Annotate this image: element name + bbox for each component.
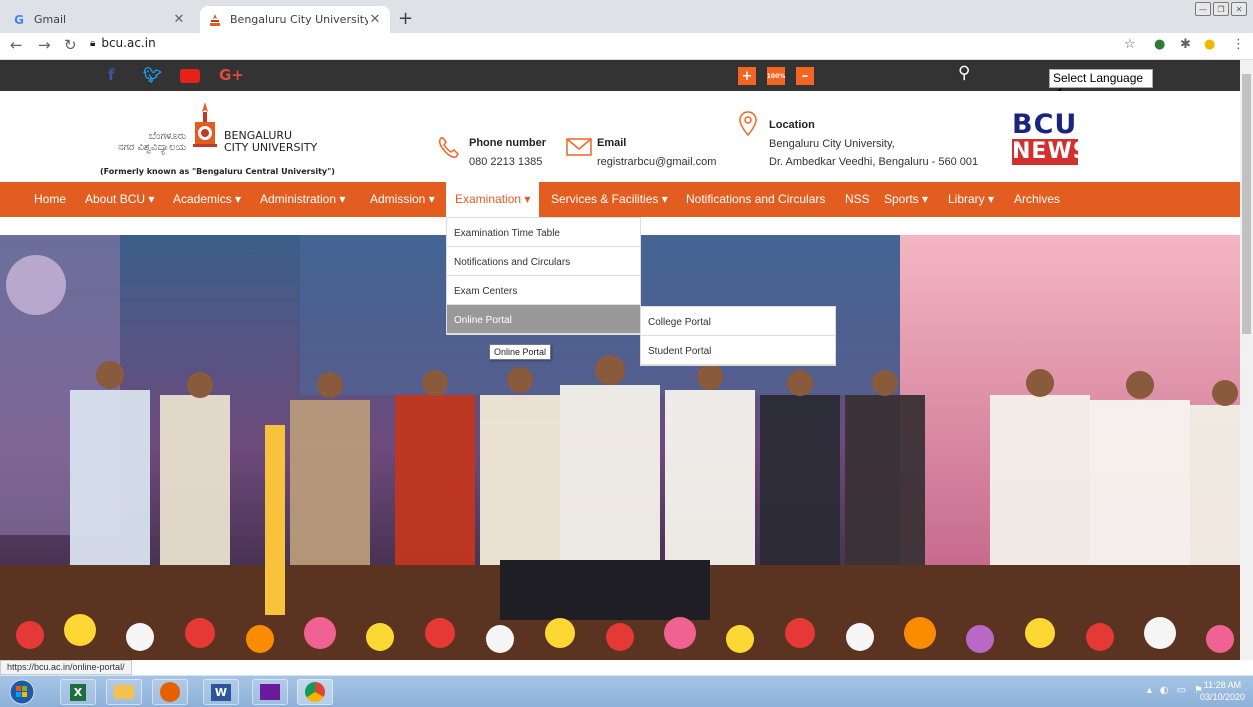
dropdown-item-notifications[interactable]: Notifications and Circulars: [447, 247, 640, 276]
clock-date: 03/10/2020: [1199, 692, 1245, 702]
location-label: Location: [769, 119, 815, 131]
bcu-flame-icon: [208, 13, 222, 27]
main-menu: Home About BCU ▾ Academics ▾ Administrat…: [0, 182, 1240, 217]
scrollbar-thumb[interactable]: [1242, 74, 1251, 334]
facebook-icon[interactable]: f: [108, 66, 115, 84]
bcu-crest-logo[interactable]: [192, 102, 218, 154]
menu-dots-icon[interactable]: ⋮: [1232, 37, 1245, 52]
dropdown-item-time-table[interactable]: Examination Time Table: [447, 218, 640, 247]
language-select[interactable]: Select Language ✔: [1049, 69, 1153, 99]
restore-icon[interactable]: ❐: [1213, 2, 1229, 16]
menu-admission[interactable]: Admission ▾: [370, 192, 435, 206]
firefox-icon[interactable]: [152, 679, 188, 705]
font-decrease-button[interactable]: –: [796, 67, 814, 85]
lock-icon: 🔒︎: [90, 37, 96, 49]
logo-kannada-line1: ಬೆಂಗಳೂರು: [148, 131, 187, 142]
phone-value[interactable]: 080 2213 1385: [469, 156, 542, 168]
email-label: Email: [597, 137, 627, 149]
site-header: ಬೆಂಗಳೂರು ನಗರ ವಿಶ್ವವಿದ್ಯಾಲಯ BENGALURU CIT…: [0, 91, 1240, 182]
phone-icon: [438, 137, 459, 158]
books-app-icon[interactable]: [252, 679, 288, 705]
menu-archives[interactable]: Archives: [1014, 192, 1060, 206]
file-explorer-icon[interactable]: [106, 679, 142, 705]
dropdown-item-exam-centers[interactable]: Exam Centers: [447, 276, 640, 305]
system-clock[interactable]: 11:28 AM 03/10/2020: [1200, 679, 1245, 703]
status-url: https://bcu.ac.in/online-portal/: [0, 660, 132, 675]
puzzle-icon[interactable]: ✱: [1180, 37, 1191, 52]
submenu-item-college-portal[interactable]: College Portal: [641, 307, 835, 336]
close-icon[interactable]: ✕: [368, 12, 382, 27]
submenu-item-student-portal[interactable]: Student Portal: [641, 336, 835, 365]
youtube-icon[interactable]: [180, 69, 200, 83]
minimize-icon[interactable]: —: [1195, 2, 1211, 16]
font-reset-button[interactable]: 100%: [767, 67, 785, 85]
browser-toolbar: ← → ↻ 🔒︎ bcu.ac.in ☆ ● ✱ ● ⋮: [0, 33, 1253, 60]
back-arrow-icon[interactable]: ←: [10, 36, 23, 54]
online-portal-submenu: College Portal Student Portal: [640, 306, 836, 366]
star-icon[interactable]: ☆: [1124, 37, 1136, 52]
menu-nss[interactable]: NSS: [845, 192, 870, 206]
tooltip: Online Portal: [489, 344, 552, 360]
address-bar[interactable]: 🔒︎ bcu.ac.in: [90, 36, 156, 50]
tab-gmail[interactable]: G Gmail ✕: [4, 6, 194, 33]
menu-notifications[interactable]: Notifications and Circulars: [686, 192, 825, 206]
dropdown-item-online-portal[interactable]: Online Portal: [447, 305, 640, 334]
window-controls: — ❐ ✕: [1195, 2, 1247, 16]
extension-icon[interactable]: ●: [1154, 37, 1165, 52]
bcu-news-logo[interactable]: BCU NEWS: [1012, 109, 1090, 173]
chrome-icon[interactable]: [297, 679, 333, 705]
menu-sports[interactable]: Sports ▾: [884, 192, 928, 206]
profile-avatar-icon[interactable]: ●: [1204, 37, 1215, 52]
google-plus-icon[interactable]: G+: [219, 66, 244, 84]
browser-tab-strip: G Gmail ✕ Bengaluru City University ✕ + …: [0, 0, 1253, 33]
location-line1: Bengaluru City University,: [769, 138, 895, 150]
windows-taskbar: X W ▴ ◐ ▭ ⚑ 11:28 AM 03/10/2020: [0, 675, 1253, 707]
menu-academics[interactable]: Academics ▾: [173, 192, 241, 206]
tab-title: Bengaluru City University: [230, 13, 368, 26]
search-icon[interactable]: ⚲: [958, 63, 970, 83]
close-icon[interactable]: ✕: [172, 12, 186, 27]
phone-label: Phone number: [469, 137, 547, 149]
email-value[interactable]: registrarbcu@gmail.com: [597, 156, 716, 168]
menu-administration[interactable]: Administration ▾: [260, 192, 345, 206]
examination-dropdown: Examination Time Table Notifications and…: [446, 217, 641, 335]
email-icon: [566, 138, 592, 156]
logo-name-line2: CITY UNIVERSITY: [224, 141, 318, 154]
location-line2: Dr. Ambedkar Veedhi, Bengaluru - 560 001: [769, 156, 979, 168]
logo-kannada-text: ಬೆಂಗಳೂರು ನಗರ ವಿಶ್ವವಿದ್ಯಾಲಯ: [118, 131, 186, 153]
network-icon[interactable]: ▭: [1177, 685, 1186, 696]
start-button[interactable]: [6, 679, 38, 705]
reload-icon[interactable]: ↻: [64, 36, 77, 54]
forward-arrow-icon[interactable]: →: [38, 36, 51, 54]
news-logo-top: BCU: [1012, 109, 1078, 140]
logo-kannada-line2: ನಗರ ವಿಶ್ವವಿದ್ಯಾಲಯ: [118, 142, 187, 153]
tab-bcu[interactable]: Bengaluru City University ✕: [200, 6, 390, 33]
tray-arrow-icon[interactable]: ▴: [1147, 685, 1152, 696]
tab-title: Gmail: [34, 13, 67, 26]
formerly-known-text: (Formerly known as "Bengaluru Central Un…: [100, 167, 335, 176]
logo-name: BENGALURU CITY UNIVERSITY: [224, 130, 317, 154]
google-icon: G: [14, 12, 24, 27]
word-icon[interactable]: W: [203, 679, 239, 705]
twitter-icon[interactable]: 🐦︎: [143, 66, 162, 84]
menu-services[interactable]: Services & Facilities ▾: [551, 192, 668, 206]
close-window-icon[interactable]: ✕: [1231, 2, 1247, 16]
url-text: bcu.ac.in: [101, 36, 156, 50]
font-increase-button[interactable]: +: [738, 67, 756, 85]
menu-examination[interactable]: Examination ▾: [446, 182, 540, 217]
menu-home[interactable]: Home: [34, 192, 66, 206]
page-scrollbar[interactable]: [1240, 60, 1253, 660]
new-tab-button[interactable]: +: [398, 8, 413, 29]
system-tray: ▴ ◐ ▭ ⚑: [1147, 685, 1203, 696]
menu-about[interactable]: About BCU ▾: [85, 192, 154, 206]
clock-time: 11:28 AM: [1203, 680, 1242, 690]
volume-icon[interactable]: ◐: [1160, 685, 1169, 696]
location-pin-icon: [739, 111, 757, 137]
menu-library[interactable]: Library ▾: [948, 192, 994, 206]
news-logo-bottom: NEWS: [1012, 139, 1090, 165]
excel-icon[interactable]: X: [60, 679, 96, 705]
